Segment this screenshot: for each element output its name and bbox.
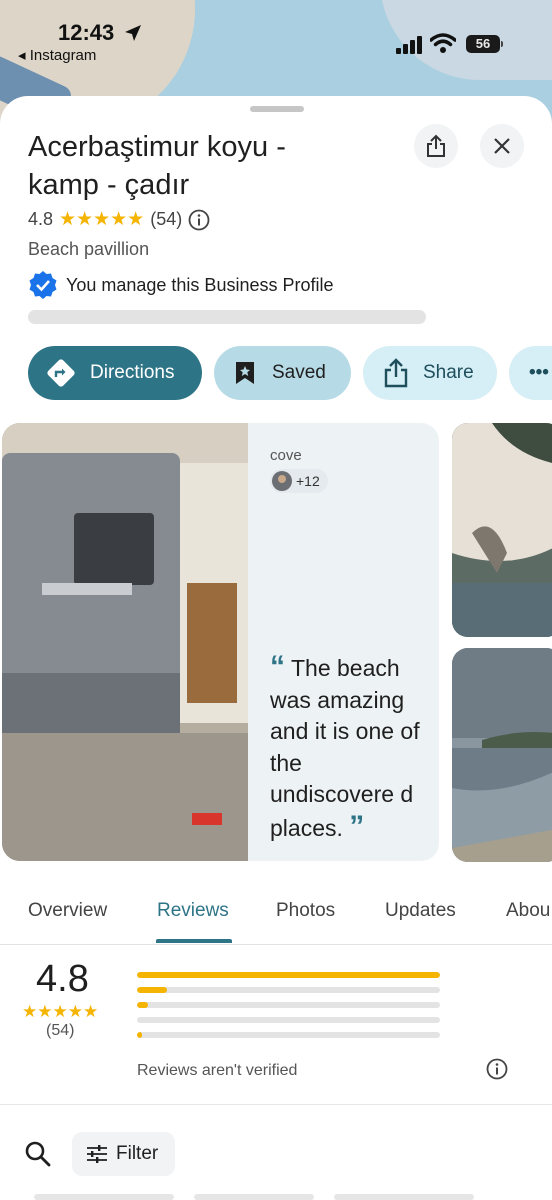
close-button[interactable] xyxy=(480,124,524,168)
tab-updates[interactable]: Updates xyxy=(385,900,456,922)
rating-bar-5 xyxy=(137,972,440,978)
review-quote-text: The beach was amazing and it is one of t… xyxy=(270,655,420,841)
close-quote-icon: ” xyxy=(349,809,365,843)
drag-handle[interactable] xyxy=(250,106,304,112)
loading-placeholder xyxy=(34,1194,474,1200)
wifi-icon xyxy=(430,33,456,53)
share-button[interactable]: Share xyxy=(363,346,497,400)
loading-placeholder xyxy=(28,310,426,324)
rating-value: 4.8 xyxy=(28,209,54,229)
bookmark-icon xyxy=(236,362,254,384)
cliff-photo-image xyxy=(452,423,552,637)
status-bar: 12:43 ◂ Instagram 56 xyxy=(0,0,552,80)
tab-overview[interactable]: Overview xyxy=(28,900,107,922)
reviewer-avatars: +12 xyxy=(270,469,328,493)
active-tab-indicator xyxy=(156,939,232,943)
place-sheet: Acerbaştimur koyu - kamp - çadır 4.8 ★★★… xyxy=(0,96,552,1200)
info-icon[interactable] xyxy=(486,1058,508,1080)
saved-button[interactable]: Saved xyxy=(214,346,351,400)
tab-bar: Overview Reviews Photos Updates Abou xyxy=(0,884,552,945)
directions-label: Directions xyxy=(90,362,175,383)
share-icon xyxy=(384,358,408,388)
summary-count: (54) xyxy=(46,1022,75,1039)
review-quote: “ The beach was amazing and it is one of… xyxy=(270,651,430,844)
rating-row[interactable]: 4.8 ★★★★★ (54) xyxy=(28,208,210,231)
review-count: (54) xyxy=(150,209,183,229)
more-actions-button[interactable]: ••• xyxy=(509,346,552,400)
filter-label: Filter xyxy=(116,1143,159,1164)
summary-stars: ★★★★★ xyxy=(22,1002,99,1021)
tab-photos[interactable]: Photos xyxy=(276,900,335,922)
more-icon: ••• xyxy=(529,362,549,383)
manage-business-row[interactable]: You manage this Business Profile xyxy=(28,270,334,300)
reviews-not-verified-note: Reviews aren't verified xyxy=(137,1062,298,1079)
tab-reviews[interactable]: Reviews xyxy=(157,900,229,922)
open-quote-icon: “ xyxy=(270,650,285,683)
rating-bar-4 xyxy=(137,987,440,993)
place-title: Acerbaştimur koyu - kamp - çadır xyxy=(28,131,286,201)
rating-bar-2 xyxy=(137,1017,440,1023)
search-icon[interactable] xyxy=(24,1140,52,1168)
share-icon xyxy=(427,134,445,157)
share-label: Share xyxy=(423,362,474,383)
rating-bar-1 xyxy=(137,1032,440,1038)
coast-photo-image xyxy=(452,648,552,862)
tab-about[interactable]: Abou xyxy=(506,900,550,922)
directions-icon xyxy=(47,359,75,387)
review-quote-card[interactable]: cove +12 “ The beach was amazing and it … xyxy=(248,423,439,861)
battery-indicator: 56 xyxy=(466,35,500,53)
directions-button[interactable]: Directions xyxy=(28,346,202,400)
back-to-app-link[interactable]: ◂ Instagram xyxy=(18,46,96,64)
share-icon-button[interactable] xyxy=(414,124,458,168)
photo-thumbnail[interactable] xyxy=(452,648,552,862)
saved-label: Saved xyxy=(272,362,326,383)
cellular-signal-icon xyxy=(396,36,422,54)
others-count: +12 xyxy=(296,473,320,489)
rating-bar-3 xyxy=(137,1002,440,1008)
section-divider xyxy=(0,1104,552,1105)
review-photo[interactable] xyxy=(2,423,248,861)
filter-sliders-icon xyxy=(87,1145,107,1163)
avatar xyxy=(272,471,292,491)
verified-badge-icon xyxy=(29,271,57,299)
summary-rating: 4.8 xyxy=(36,958,89,1000)
review-photo-image xyxy=(2,423,248,861)
status-time: 12:43 xyxy=(58,20,115,45)
rating-stars: ★★★★★ xyxy=(59,209,145,230)
reviewer-name: cove xyxy=(270,447,302,464)
info-icon[interactable] xyxy=(188,209,210,231)
place-category[interactable]: Beach pavillion xyxy=(28,239,149,260)
filter-button[interactable]: Filter xyxy=(72,1132,175,1176)
manage-text: You manage this Business Profile xyxy=(66,274,334,295)
photo-thumbnail[interactable] xyxy=(452,423,552,637)
back-app-label: Instagram xyxy=(29,47,97,64)
close-icon xyxy=(494,138,510,154)
location-arrow-icon xyxy=(125,25,141,41)
battery-level: 56 xyxy=(475,36,491,51)
